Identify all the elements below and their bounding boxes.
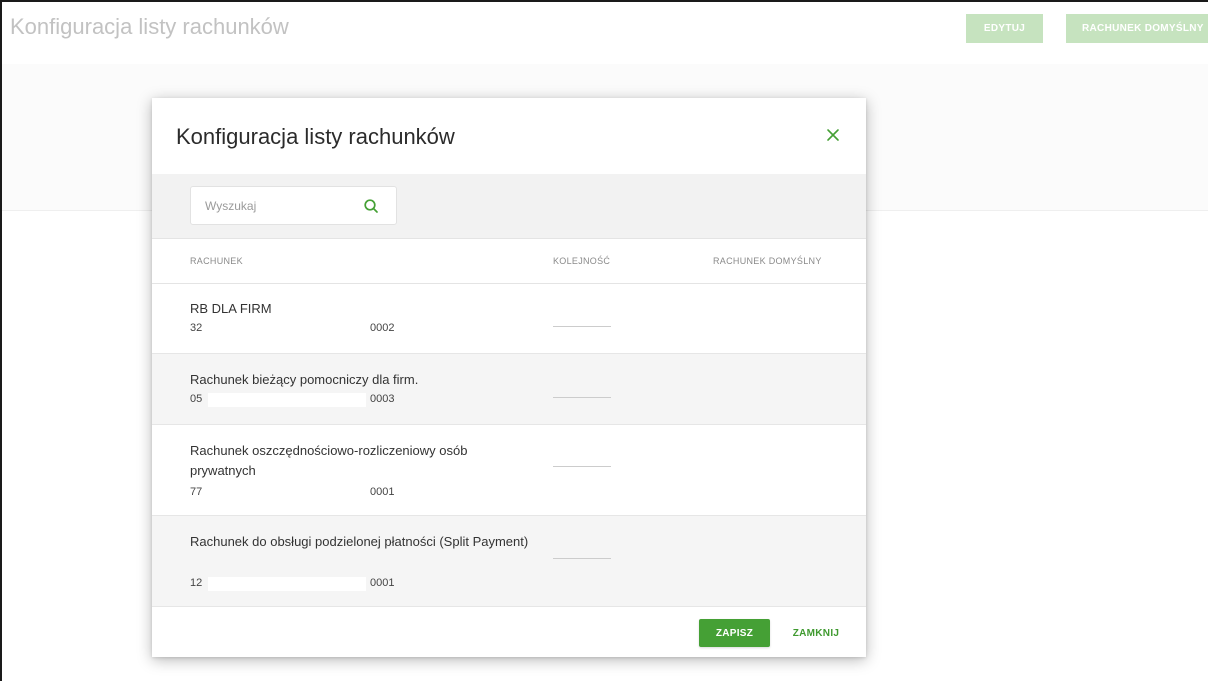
dialog-title: Konfiguracja listy rachunków: [176, 124, 455, 149]
search-input[interactable]: [205, 187, 355, 224]
search-box: [190, 186, 397, 225]
account-number-suffix: 0003: [370, 393, 395, 405]
account-row[interactable]: RB DLA FIRM 32 0002: [152, 283, 866, 354]
account-list-config-dialog: Konfiguracja listy rachunków RACHUNEK: [152, 98, 866, 657]
column-header-default-account: RACHUNEK DOMYŚLNY: [713, 256, 822, 266]
order-input[interactable]: [553, 316, 611, 327]
redacted-account-number: [208, 577, 366, 591]
account-name: Rachunek oszczędnościowo-rozliczeniowy o…: [190, 443, 468, 478]
account-number-prefix: 32: [190, 322, 203, 334]
save-button[interactable]: ZAPISZ: [699, 619, 770, 647]
column-header-order: KOLEJNOŚĆ: [553, 256, 611, 266]
search-icon[interactable]: [363, 198, 379, 214]
redacted-account-number: [208, 393, 366, 407]
edit-button[interactable]: EDYTUJ: [966, 14, 1043, 43]
dialog-footer: ZAPISZ ZAMKNIJ: [152, 607, 866, 657]
account-number-prefix: 77: [190, 486, 203, 498]
account-number-suffix: 0001: [370, 577, 395, 589]
order-input[interactable]: [553, 387, 611, 398]
account-row[interactable]: Rachunek do obsługi podzielonej płatnośc…: [152, 516, 866, 607]
account-number-prefix: 05: [190, 393, 203, 405]
column-header-account: RACHUNEK: [190, 256, 243, 266]
account-number-suffix: 0001: [370, 486, 395, 498]
order-input[interactable]: [553, 456, 611, 467]
page-title: Konfiguracja listy rachunków: [10, 14, 289, 39]
order-input[interactable]: [553, 548, 611, 559]
viewport: Konfiguracja listy rachunków EDYTUJ RACH…: [0, 0, 1208, 681]
account-row[interactable]: Rachunek oszczędnościowo-rozliczeniowy o…: [152, 425, 866, 516]
search-bar: [152, 174, 866, 239]
close-icon[interactable]: [826, 128, 840, 142]
close-button[interactable]: ZAMKNIJ: [786, 619, 846, 647]
table-header: RACHUNEK KOLEJNOŚĆ RACHUNEK DOMYŚLNY: [152, 239, 866, 284]
account-name: Rachunek do obsługi podzielonej płatnośc…: [190, 534, 529, 549]
dialog-header: Konfiguracja listy rachunków: [152, 98, 866, 174]
account-name: RB DLA FIRM: [190, 301, 272, 316]
account-row[interactable]: Rachunek bieżący pomocniczy dla firm. 05…: [152, 354, 866, 425]
account-name: Rachunek bieżący pomocniczy dla firm.: [190, 372, 419, 387]
default-account-button[interactable]: RACHUNEK DOMYŚLNY: [1066, 14, 1208, 43]
page-header: Konfiguracja listy rachunków EDYTUJ RACH…: [2, 2, 1208, 65]
account-number-suffix: 0002: [370, 322, 395, 334]
account-number-prefix: 12: [190, 577, 203, 589]
